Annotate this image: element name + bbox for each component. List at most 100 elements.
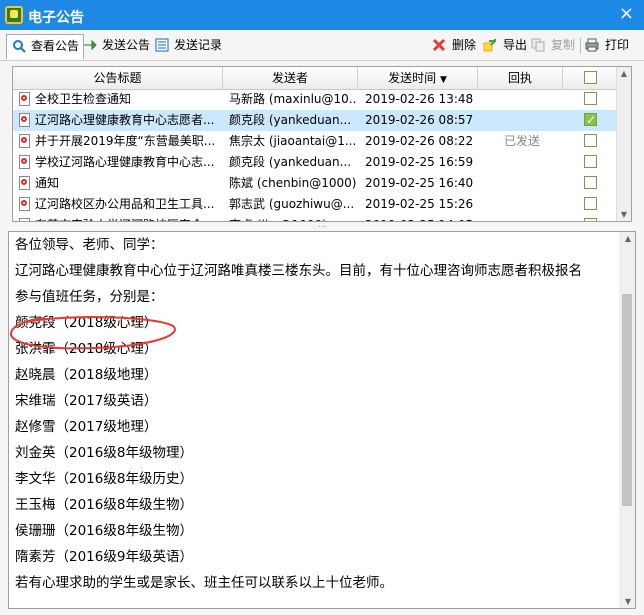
sort-desc-icon: ▼ — [439, 75, 447, 85]
table-row[interactable]: 通知 陈斌 (chenbin@1000) 2019-02-25 16:40 — [13, 173, 619, 194]
row-sender: 陈斌 (chenbin@1000) — [229, 176, 356, 190]
row-checkbox[interactable] — [584, 218, 597, 221]
splitter-handle[interactable]: ⋯ — [318, 223, 328, 231]
tab-label: 发送公告 — [102, 38, 151, 52]
col-header-title[interactable]: 公告标题 — [13, 67, 223, 89]
row-time: 2019-02-25 14:05 — [365, 215, 477, 221]
tab-view-announcements[interactable]: 查看公告 — [6, 34, 85, 59]
content-line: 王玉梅（2016级8年级生物） — [15, 497, 193, 513]
list-scrollbar[interactable]: ▲ ▼ — [616, 67, 631, 221]
row-time: 2019-02-26 13:48 — [365, 92, 474, 106]
col-header-select-all[interactable] — [563, 67, 619, 89]
toolbar-divider — [580, 38, 581, 54]
row-checkbox[interactable] — [584, 134, 597, 147]
select-all-checkbox[interactable] — [584, 71, 597, 84]
send-arrow-icon — [84, 39, 97, 51]
tab-label: 发送记录 — [174, 38, 223, 52]
content-line: 若有心理求助的学生或是家长、班主任可以联系以上十位老师。 — [15, 575, 393, 591]
delete-x-icon — [432, 38, 446, 52]
content-scrollbar[interactable]: ▲ ▼ — [619, 232, 635, 608]
row-checkbox[interactable] — [584, 176, 597, 189]
export-label: 导出 — [503, 38, 528, 52]
document-icon — [19, 92, 30, 106]
document-icon — [19, 113, 30, 127]
print-button[interactable]: 打印 — [585, 34, 629, 56]
app-icon — [5, 6, 23, 24]
scroll-up-arrow-icon[interactable]: ▲ — [625, 234, 631, 243]
magnifier-icon — [13, 40, 26, 53]
scroll-up-arrow-icon[interactable]: ▲ — [621, 69, 627, 78]
content-line: 赵修雪（2017级地理） — [15, 419, 158, 435]
table-row[interactable]: 并于开展2019年度“东营最美职... 焦宗太 (jiaoantai@1... 20… — [13, 131, 619, 152]
copy-button[interactable]: 复制 — [531, 34, 575, 56]
content-line: 张洪霏（2018级心理） — [15, 341, 158, 357]
row-title: 辽河路校区办公用品和卫生工具... — [35, 197, 215, 211]
table-row[interactable]: 全校卫生检查通知 马新路 (maxinlu@10... 2019-02-26 13:… — [13, 89, 619, 110]
row-title: 东营市实验中学辽河路校区安全... — [35, 215, 221, 221]
row-receipt — [504, 152, 562, 173]
close-button[interactable]: × — [619, 4, 634, 24]
row-sender: 李卓 (li...@1000) — [229, 215, 356, 221]
title-bar: 电子公告 × — [0, 0, 644, 30]
tab-send-announcement[interactable]: 发送公告 — [78, 34, 154, 56]
row-sender: 颜克段 (yankeduan... — [229, 113, 352, 127]
row-checkbox[interactable] — [584, 110, 597, 131]
window-title: 电子公告 — [28, 10, 84, 26]
row-title: 通知 — [35, 176, 60, 190]
scroll-down-arrow-icon[interactable]: ▼ — [621, 210, 627, 219]
scroll-down-arrow-icon[interactable]: ▼ — [625, 597, 631, 606]
row-receipt: 已发送 — [504, 134, 541, 148]
print-label: 打印 — [605, 38, 630, 52]
row-receipt — [504, 173, 562, 194]
announcement-list[interactable]: 公告标题 发送者 发送时间 ▼ 回执 全校卫生检查通知 马新路 (maxinlu@… — [12, 66, 632, 222]
table-row[interactable]: 学校辽河路心理健康教育中心志... 颜克段 (yankeduan... 2019-0… — [13, 152, 619, 173]
export-icon — [483, 39, 496, 52]
table-row[interactable]: 辽河路心理健康教育中心志愿者... 颜克段 (yankeduan... 2019-0… — [13, 110, 619, 131]
row-checkbox[interactable] — [584, 155, 597, 168]
list-header: 公告标题 发送者 发送时间 ▼ 回执 — [13, 67, 619, 90]
row-sender: 焦宗太 (jiaoantai@1... — [229, 134, 356, 148]
content-line: 李文华（2016级8年级历史） — [15, 471, 193, 487]
row-time: 2019-02-26 08:22 — [365, 134, 474, 148]
row-title: 全校卫生检查通知 — [35, 92, 132, 106]
toolbar: 查看公告 发送公告 发送记录 删除 导出 复制 打印 — [0, 30, 644, 61]
delete-button[interactable]: 删除 — [432, 34, 476, 56]
delete-label: 删除 — [452, 38, 477, 52]
document-icon — [19, 197, 30, 211]
row-time: 2019-02-25 16:40 — [365, 176, 474, 190]
content-line: 刘金英（2016级8年级物理） — [15, 445, 193, 461]
document-icon — [19, 155, 30, 169]
document-icon — [19, 218, 30, 221]
content-line: 赵晓晨（2018级地理） — [15, 367, 158, 383]
announcement-content: 各位领导、老师、同学： 辽河路心理健康教育中心位于辽河路唯真楼三楼东头。目前，有十… — [8, 231, 636, 609]
tab-send-records[interactable]: 发送记录 — [150, 34, 226, 56]
copy-label: 复制 — [551, 38, 576, 52]
row-sender: 马新路 (maxinlu@10... — [229, 92, 356, 106]
content-line: 颜克段（2018级心理） — [15, 315, 158, 331]
row-time: 2019-02-26 08:57 — [365, 113, 474, 127]
announcement-window: 电子公告 × 查看公告 发送公告 发送记录 删除 导出 复制 打印 公告标题 发… — [0, 0, 644, 615]
row-checkbox[interactable] — [584, 92, 597, 105]
tab-label: 查看公告 — [31, 39, 80, 53]
row-checkbox[interactable] — [584, 197, 597, 210]
content-line: 隋素芳（2016级9年级英语） — [15, 549, 193, 565]
row-time: 2019-02-25 15:26 — [365, 197, 474, 211]
printer-icon — [585, 38, 599, 52]
row-receipt — [504, 194, 562, 215]
content-line: 参与值班任务，分别是： — [15, 289, 164, 305]
row-time: 2019-02-25 16:59 — [365, 155, 474, 169]
list-icon — [155, 38, 169, 52]
row-receipt — [504, 89, 562, 110]
row-receipt — [504, 110, 562, 131]
copy-icon — [531, 38, 545, 52]
table-row[interactable]: 辽河路校区办公用品和卫生工具... 郭志武 (guozhiwu@... 2019-0… — [13, 194, 619, 215]
scroll-thumb[interactable] — [622, 294, 632, 506]
row-sender: 郭志武 (guozhiwu@... — [229, 197, 355, 211]
col-header-sender[interactable]: 发送者 — [223, 67, 358, 89]
content-line: 辽河路心理健康教育中心位于辽河路唯真楼三楼东头。目前，有十位心理咨询师志愿者积极… — [15, 263, 582, 279]
row-title: 辽河路心理健康教育中心志愿者... — [35, 113, 215, 127]
export-button[interactable]: 导出 — [483, 34, 527, 56]
col-header-receipt[interactable]: 回执 — [478, 67, 563, 89]
table-row[interactable]: 东营市实验中学辽河路校区安全... 李卓 (li...@1000) 2019-02-… — [13, 215, 619, 221]
col-header-time[interactable]: 发送时间 ▼ — [358, 67, 478, 89]
